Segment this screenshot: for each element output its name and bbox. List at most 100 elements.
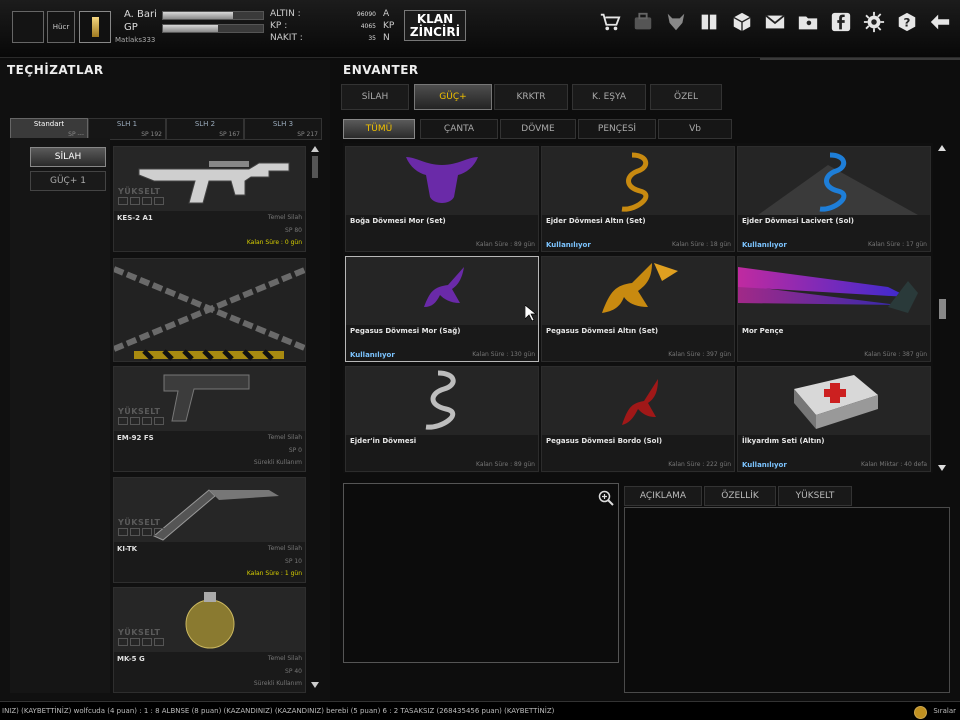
cell-button[interactable]: Hücr	[47, 11, 75, 43]
cash-unit: N	[383, 33, 390, 43]
inventory-title: ENVANTER	[343, 63, 419, 77]
codex-icon[interactable]	[697, 10, 721, 34]
upgrade-slots	[118, 528, 164, 536]
dragon-tattoo-image	[738, 147, 930, 215]
equip-slot-melee[interactable]: YÜKSELT KI-TK Temel Silah SP 10 Kalan Sü…	[113, 477, 306, 583]
medal-icon[interactable]	[914, 705, 928, 719]
equip-sp: SP 80	[285, 227, 302, 234]
ranking-label[interactable]: Sıralar	[933, 702, 956, 720]
back-arrow-icon[interactable]	[928, 10, 952, 34]
subtab-tattoo[interactable]: DÖVME	[500, 119, 576, 139]
item-in-use: Kullanılıyor	[546, 241, 591, 249]
upgrade-label: YÜKSELT	[118, 407, 161, 416]
item-remaining: Kalan Süre : 387 gün	[864, 351, 927, 358]
facebook-icon[interactable]	[829, 10, 853, 34]
equip-slot-grenade[interactable]: YÜKSELT MK-5 G Temel Silah SP 40 Sürekli…	[113, 587, 306, 693]
equip-sp: SP 40	[285, 668, 302, 675]
upgrade-label: YÜKSELT	[118, 518, 161, 527]
equip-type: Temel Silah	[267, 545, 302, 552]
inventory-item[interactable]: Pegasus Dövmesi Bordo (Sol) Kalan Süre :…	[541, 366, 735, 472]
item-remaining: Kalan Süre : 397 gün	[668, 351, 731, 358]
category-power-button[interactable]: GÜÇ+ 1	[30, 171, 106, 191]
item-preview	[343, 483, 619, 663]
loadout-tab-sp: SP 217	[297, 131, 318, 138]
help-icon[interactable]: ?	[895, 10, 919, 34]
subtab-claw[interactable]: PENÇESİ	[578, 119, 656, 139]
inventory-item[interactable]: Ejder Dövmesi Lacivert (Sol) Kullanılıyo…	[737, 146, 931, 252]
clan-chain-button[interactable]: KLAN ZİNCİRİ	[404, 10, 466, 41]
equip-slot-primary[interactable]: YÜKSELT KES-2 A1 Temel Silah SP 80 Kalan…	[113, 146, 306, 252]
claw-image	[738, 257, 930, 325]
subtab-all[interactable]: TÜMÜ	[343, 119, 415, 139]
tab-special-item[interactable]: K. EŞYA	[572, 84, 646, 110]
item-name: İlkyardım Seti (Altın)	[742, 437, 825, 445]
tab-upgrade[interactable]: YÜKSELT	[778, 486, 852, 506]
gear-icon[interactable]	[862, 10, 886, 34]
equipment-scrollbar[interactable]	[310, 146, 320, 694]
loadout-tab-label: SLH 1	[116, 120, 138, 128]
dragon-tattoo-image	[542, 147, 734, 215]
mouse-cursor	[524, 304, 537, 325]
tab-properties[interactable]: ÖZELLİK	[704, 486, 776, 506]
kp-label: KP :	[270, 21, 288, 31]
inventory-item[interactable]: Boğa Dövmesi Mor (Set) Kalan Süre : 89 g…	[345, 146, 539, 252]
upgrade-slots	[118, 417, 164, 425]
player-name: A. Bari	[124, 9, 157, 20]
loadout-tab-slh3[interactable]: SLH 3 SP 217	[244, 118, 322, 140]
inventory-scrollbar[interactable]	[936, 143, 948, 473]
subtab-bag[interactable]: ÇANTA	[420, 119, 498, 139]
kp-unit: KP	[383, 21, 395, 31]
loadout-tab-label: Standart	[33, 120, 65, 128]
upgrade-slots	[118, 638, 164, 646]
equip-type: Temel Silah	[267, 655, 302, 662]
equip-slot-secondary[interactable]: YÜKSELT EM-92 FS Temel Silah SP 0 Sürekl…	[113, 366, 306, 472]
ticker-end: Sıralar	[908, 702, 956, 720]
tab-weapon[interactable]: SİLAH	[341, 84, 409, 110]
player-subname: Matlaks333	[115, 36, 156, 44]
cube-icon[interactable]	[730, 10, 754, 34]
header-divider	[760, 58, 960, 60]
tab-character[interactable]: KRKTR	[494, 84, 568, 110]
loadout-tabs: Standart SP --- SLH 1 SP 192 SLH 2 SP 167 S…	[10, 118, 322, 140]
item-remaining: Kalan Süre : 17 gün	[868, 241, 927, 248]
folder-user-icon[interactable]	[796, 10, 820, 34]
loadout-tab-standard[interactable]: Standart SP ---	[10, 118, 88, 140]
shop-cart-icon[interactable]	[598, 10, 622, 34]
tab-power[interactable]: GÜÇ+	[414, 84, 492, 110]
subtab-other[interactable]: Vb	[658, 119, 732, 139]
inventory-item[interactable]: İlkyardım Seti (Altın) Kullanılıyor Kala…	[737, 366, 931, 472]
loadout-tab-slh2[interactable]: SLH 2 SP 167	[166, 118, 244, 140]
item-in-use: Kullanılıyor	[742, 461, 787, 469]
inventory-item[interactable]: Ejder'in Dövmesi Kalan Süre : 89 gün	[345, 366, 539, 472]
inventory-item[interactable]: Ejder Dövmesi Altın (Set) Kullanılıyor K…	[541, 146, 735, 252]
equip-name: KES-2 A1	[117, 214, 153, 222]
zoom-icon[interactable]	[598, 490, 614, 506]
pegasus-tattoo-image	[542, 257, 734, 325]
equip-sp: SP 10	[285, 558, 302, 565]
inventory-item-selected[interactable]: Pegasus Dövmesi Mor (Sağ) Kullanılıyor K…	[345, 256, 539, 362]
loadout-tab-slh1[interactable]: SLH 1 SP 192	[88, 118, 166, 140]
description-box	[624, 507, 950, 693]
item-name: Ejder Dövmesi Lacivert (Sol)	[742, 217, 854, 225]
item-name: Ejder Dövmesi Altın (Set)	[546, 217, 646, 225]
item-remaining: Kalan Süre : 222 gün	[668, 461, 731, 468]
tab-special[interactable]: ÖZEL	[650, 84, 722, 110]
inventory-grid: Boğa Dövmesi Mor (Set) Kalan Süre : 89 g…	[343, 143, 933, 473]
wolf-icon[interactable]	[664, 10, 688, 34]
gold-label: ALTIN :	[270, 9, 301, 19]
loadout-tab-sp: SP ---	[68, 131, 84, 138]
inventory-item[interactable]: Pegasus Dövmesi Altın (Set) Kalan Süre :…	[541, 256, 735, 362]
cash-label: NAKIT :	[270, 33, 303, 43]
item-remaining: Kalan Süre : 130 gün	[472, 351, 535, 358]
bag-icon[interactable]	[631, 10, 655, 34]
upgrade-label: YÜKSELT	[118, 628, 161, 637]
category-weapon-button[interactable]: SİLAH	[30, 147, 106, 167]
inventory-item[interactable]: Mor Pençe Kalan Süre : 387 gün	[737, 256, 931, 362]
equip-type: Temel Silah	[267, 434, 302, 441]
mail-icon[interactable]	[763, 10, 787, 34]
category-column	[10, 138, 110, 693]
tab-description[interactable]: AÇIKLAMA	[624, 486, 702, 506]
equip-remaining: Sürekli Kullanım	[253, 680, 302, 687]
player-emblem[interactable]	[12, 11, 44, 43]
first-aid-kit-image	[738, 367, 930, 435]
